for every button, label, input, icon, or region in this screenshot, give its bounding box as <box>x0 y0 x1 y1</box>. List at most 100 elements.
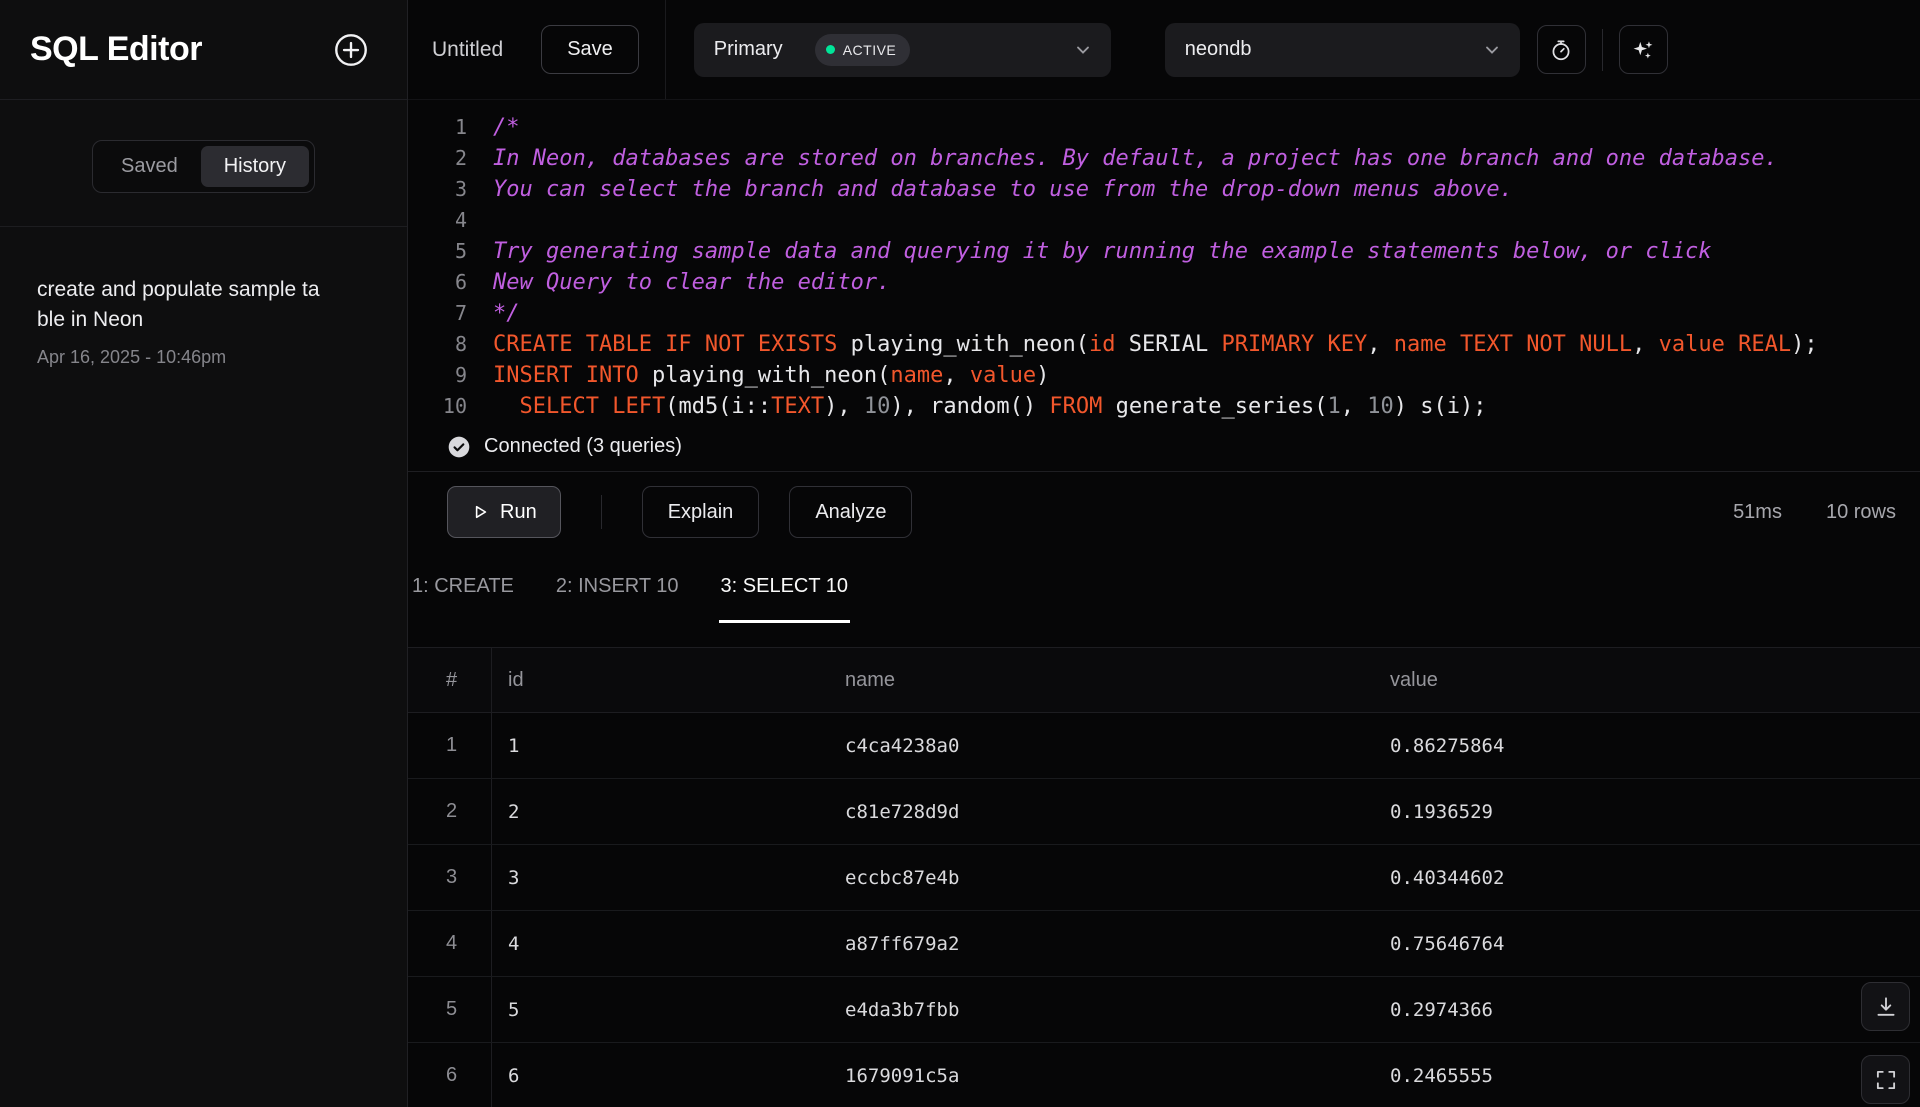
query-title: Untitled <box>432 38 503 62</box>
branch-select[interactable]: Primary ACTIVE <box>694 23 1111 77</box>
line-number: 7 <box>408 298 481 329</box>
expand-icon <box>1873 1067 1899 1093</box>
table-cell: 1679091c5a <box>829 1043 1374 1107</box>
page-title: SQL Editor <box>30 30 202 69</box>
table-cell: 4 <box>492 911 829 976</box>
history-item-timestamp: Apr 16, 2025 - 10:46pm <box>37 347 387 368</box>
code-line[interactable]: 1/* <box>408 112 1920 143</box>
actions-divider <box>601 495 602 529</box>
table-cell: 6 <box>408 1043 492 1107</box>
query-duration: 51ms <box>1733 501 1782 524</box>
result-tabs: 1: CREATE 2: INSERT 10 3: SELECT 10 <box>408 552 1920 623</box>
code-text: */ <box>481 298 520 329</box>
result-tab-3[interactable]: 3: SELECT 10 <box>719 552 850 623</box>
table-cell: 0.2974366 <box>1374 977 1920 1042</box>
sidebar: SQL Editor SavedHistory create and popul… <box>0 0 408 1107</box>
code-line[interactable]: 5Try generating sample data and querying… <box>408 236 1920 267</box>
play-icon <box>471 503 489 521</box>
table-cell: 4 <box>408 911 492 976</box>
download-icon <box>1873 994 1899 1020</box>
active-status-dot <box>826 45 835 54</box>
topbar-divider <box>665 0 666 99</box>
code-line[interactable]: 6New Query to clear the editor. <box>408 267 1920 298</box>
table-row[interactable]: 11c4ca4238a00.86275864 <box>408 713 1920 779</box>
run-button[interactable]: Run <box>447 486 561 538</box>
line-number: 6 <box>408 267 481 298</box>
code-line[interactable]: 4 <box>408 205 1920 236</box>
table-cell: 0.2465555 <box>1374 1043 1920 1107</box>
code-line[interactable]: 9INSERT INTO playing_with_neon(name, val… <box>408 360 1920 391</box>
history-item-title: create and populate sample table in Neon <box>37 275 325 335</box>
ai-assist-button[interactable] <box>1619 25 1668 74</box>
code-text: Try generating sample data and querying … <box>481 236 1712 267</box>
explain-button[interactable]: Explain <box>642 486 760 538</box>
table-cell: 5 <box>492 977 829 1042</box>
table-row[interactable]: 661679091c5a0.2465555 <box>408 1043 1920 1107</box>
plus-circle-icon <box>332 31 370 69</box>
table-row[interactable]: 55e4da3b7fbb0.2974366 <box>408 977 1920 1043</box>
code-text: INSERT INTO playing_with_neon(name, valu… <box>481 360 1049 391</box>
run-label: Run <box>500 501 537 524</box>
save-button[interactable]: Save <box>541 25 639 74</box>
column-header-index: # <box>408 648 492 712</box>
analyze-button[interactable]: Analyze <box>789 486 912 538</box>
column-header-name: name <box>829 648 1374 712</box>
download-results-button[interactable] <box>1861 982 1910 1031</box>
topbar: Untitled Save Primary ACTIVE neondb <box>408 0 1920 100</box>
table-cell: 1 <box>408 713 492 778</box>
table-cell: 3 <box>408 845 492 910</box>
line-number: 1 <box>408 112 481 143</box>
column-header-value: value <box>1374 648 1920 712</box>
result-tab-2[interactable]: 2: INSERT 10 <box>554 552 681 623</box>
database-select[interactable]: neondb <box>1165 23 1520 77</box>
code-text: SELECT LEFT(md5(i::TEXT), 10), random() … <box>481 391 1486 422</box>
table-cell: 1 <box>492 713 829 778</box>
check-circle-icon <box>447 435 471 459</box>
sidebar-tab-history[interactable]: History <box>201 146 309 187</box>
sql-editor-app: SQL Editor SavedHistory create and popul… <box>0 0 1920 1107</box>
line-number: 4 <box>408 205 481 236</box>
result-tab-1[interactable]: 1: CREATE <box>410 552 516 623</box>
code-line[interactable]: 7*/ <box>408 298 1920 329</box>
table-cell: 3 <box>492 845 829 910</box>
database-name: neondb <box>1185 38 1252 61</box>
topbar-divider <box>1602 29 1603 71</box>
code-text: New Query to clear the editor. <box>481 267 890 298</box>
chevron-down-icon <box>1073 40 1093 60</box>
history-list-item[interactable]: create and populate sample table in Neon… <box>0 227 407 368</box>
sidebar-header: SQL Editor <box>0 0 407 100</box>
code-text <box>481 205 493 236</box>
history-list: create and populate sample table in Neon… <box>0 227 407 368</box>
code-text: CREATE TABLE IF NOT EXISTS playing_with_… <box>481 329 1818 360</box>
actions-row: Run Explain Analyze 51ms 10 rows <box>408 472 1920 552</box>
table-row[interactable]: 44a87ff679a20.75646764 <box>408 911 1920 977</box>
branch-status-label: ACTIVE <box>843 42 897 58</box>
table-cell: 2 <box>492 779 829 844</box>
line-number: 3 <box>408 174 481 205</box>
table-cell: 5 <box>408 977 492 1042</box>
tabs-gap <box>408 623 1920 647</box>
code-line[interactable]: 3You can select the branch and database … <box>408 174 1920 205</box>
code-editor[interactable]: 1/*2In Neon, databases are stored on bra… <box>408 100 1920 422</box>
table-cell: 2 <box>408 779 492 844</box>
line-number: 5 <box>408 236 481 267</box>
line-number: 8 <box>408 329 481 360</box>
table-cell: 0.86275864 <box>1374 713 1920 778</box>
table-row[interactable]: 33eccbc87e4b0.40344602 <box>408 845 1920 911</box>
table-cell: eccbc87e4b <box>829 845 1374 910</box>
new-query-button[interactable] <box>327 26 375 74</box>
expand-results-button[interactable] <box>1861 1055 1910 1104</box>
code-line[interactable]: 10 SELECT LEFT(md5(i::TEXT), 10), random… <box>408 391 1920 422</box>
line-number: 2 <box>408 143 481 174</box>
query-row-count: 10 rows <box>1826 501 1896 524</box>
code-line[interactable]: 2In Neon, databases are stored on branch… <box>408 143 1920 174</box>
table-row[interactable]: 22c81e728d9d0.1936529 <box>408 779 1920 845</box>
table-cell: e4da3b7fbb <box>829 977 1374 1042</box>
saved-history-switch: SavedHistory <box>92 140 315 193</box>
table-header-row: #idnamevalue <box>408 647 1920 713</box>
chevron-down-icon <box>1482 40 1502 60</box>
code-line[interactable]: 8CREATE TABLE IF NOT EXISTS playing_with… <box>408 329 1920 360</box>
query-history-button[interactable] <box>1537 25 1586 74</box>
sidebar-tab-saved[interactable]: Saved <box>98 146 201 187</box>
table-cell: 0.1936529 <box>1374 779 1920 844</box>
